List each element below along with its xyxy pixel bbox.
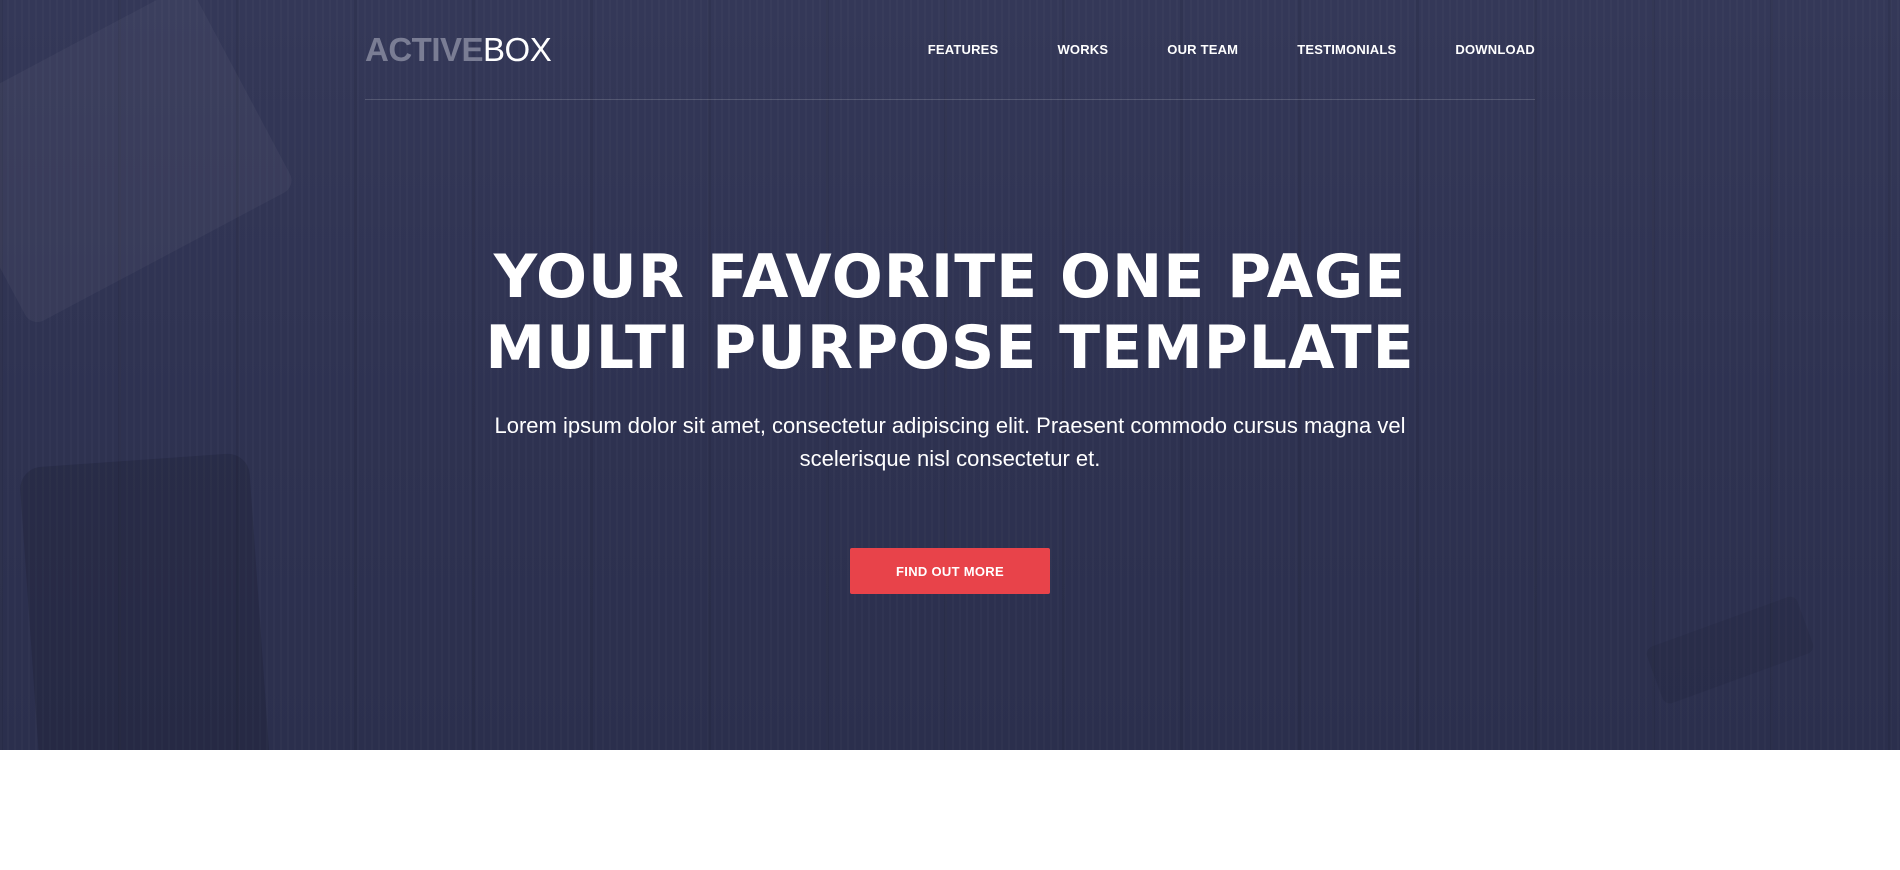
nav-item-testimonials[interactable]: TESTIMONIALS (1297, 41, 1396, 59)
logo-part-box: BOX (483, 31, 552, 68)
main-nav: FEATURES WORKS OUR TEAM TESTIMONIALS DOW… (928, 41, 1535, 59)
header-divider (365, 99, 1535, 100)
site-header: ACTIVEBOX FEATURES WORKS OUR TEAM TESTIM… (365, 0, 1535, 100)
background-object-shape (1644, 594, 1816, 706)
hero-title-line-2: MULTI PURPOSE TEMPLATE (485, 313, 1415, 383)
hero-title: YOUR FAVORITE ONE PAGE MULTI PURPOSE TEM… (350, 242, 1550, 384)
nav-item-our-team[interactable]: OUR TEAM (1167, 41, 1238, 59)
phone-background-shape (18, 452, 272, 750)
nav-item-works[interactable]: WORKS (1057, 41, 1108, 59)
find-out-more-button[interactable]: FIND OUT MORE (850, 548, 1050, 594)
hero-subtitle: Lorem ipsum dolor sit amet, consectetur … (494, 413, 1406, 471)
nav-item-features[interactable]: FEATURES (928, 41, 999, 59)
content-section (0, 750, 1900, 870)
logo[interactable]: ACTIVEBOX (365, 30, 552, 70)
laptop-background-shape (0, 0, 297, 327)
hero-title-line-1: YOUR FAVORITE ONE PAGE (493, 242, 1407, 312)
hero-section: ACTIVEBOX FEATURES WORKS OUR TEAM TESTIM… (0, 0, 1900, 750)
nav-item-download[interactable]: DOWNLOAD (1455, 41, 1535, 59)
logo-part-active: ACTIVE (365, 31, 484, 68)
